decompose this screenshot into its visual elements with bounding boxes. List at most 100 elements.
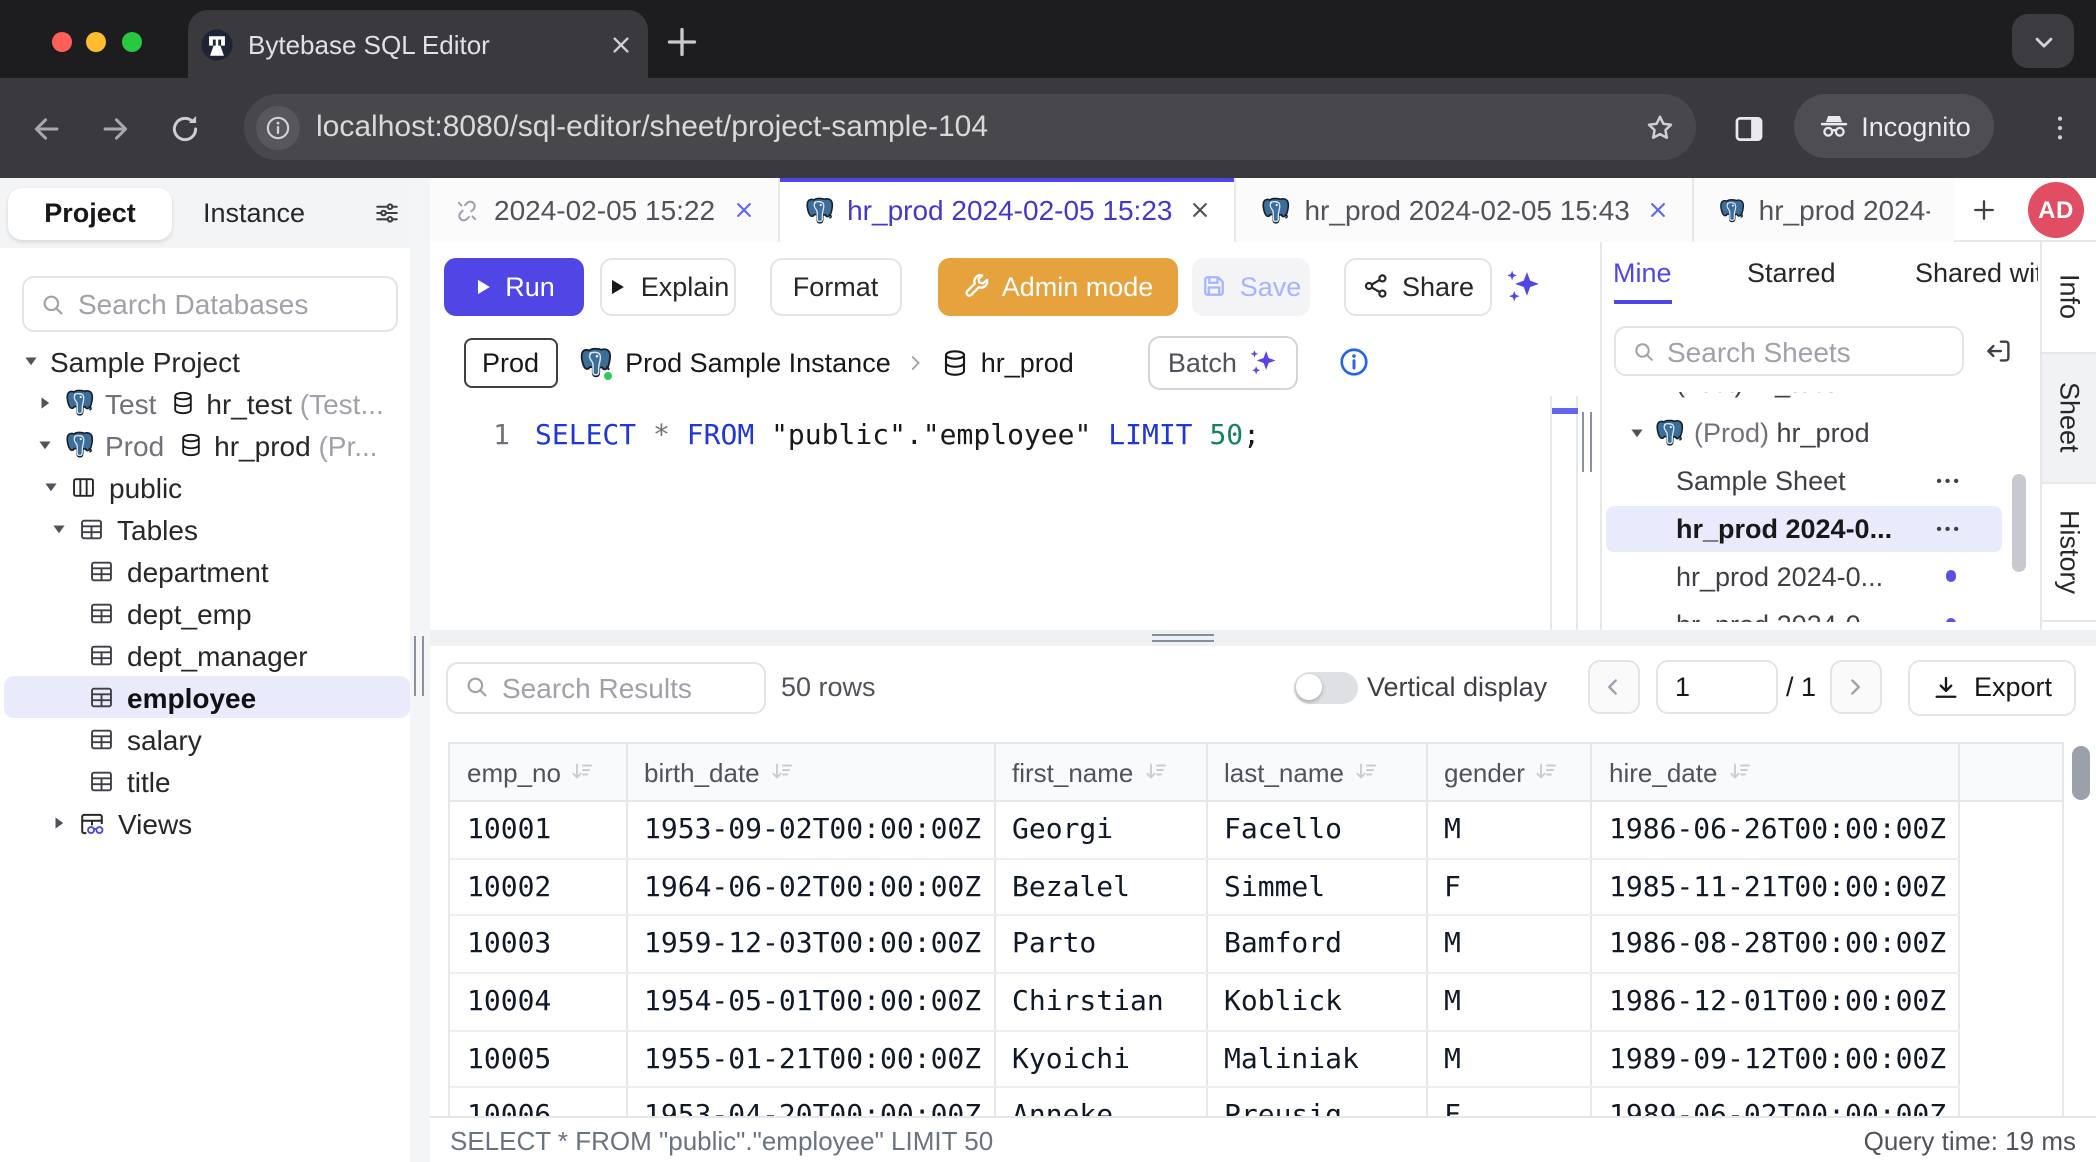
editor-tab-1[interactable]: 2024-02-05 15:22 xyxy=(430,178,779,242)
sheet-item-partial-top[interactable]: (Test) hr_test xyxy=(1602,392,2006,408)
zoom-window-button[interactable] xyxy=(121,31,141,51)
side-tab-history[interactable]: History xyxy=(2041,484,2096,622)
back-icon[interactable] xyxy=(30,111,64,145)
address-bar[interactable]: localhost:8080/sql-editor/sheet/project-… xyxy=(244,94,1696,160)
next-page-button[interactable] xyxy=(1829,659,1882,714)
sheet-menu-icon[interactable]: ••• xyxy=(1936,471,1962,489)
info-circle-icon[interactable] xyxy=(1339,347,1371,379)
page-input[interactable]: 1 xyxy=(1655,659,1777,714)
sheet-list-scrollbar[interactable] xyxy=(2006,392,2032,621)
tree-item-public[interactable]: public xyxy=(0,466,410,508)
bookmark-star-icon[interactable] xyxy=(1644,111,1676,143)
column-header-last_name[interactable]: last_name xyxy=(1206,744,1426,801)
column-header-first_name[interactable]: first_name xyxy=(994,744,1206,801)
sheet-menu-icon[interactable]: ••• xyxy=(1936,519,1962,537)
sheet-item-row[interactable]: Sample Sheet••• xyxy=(1602,456,2006,504)
environment-chip[interactable]: Prod xyxy=(464,338,557,388)
tree-item-title[interactable]: title xyxy=(0,760,410,802)
editor-tab-2[interactable]: hr_prod 2024-02-05 15:23 xyxy=(779,178,1236,242)
database-search-input[interactable]: Search Databases xyxy=(22,276,398,332)
tree-item-tables[interactable]: Tables xyxy=(0,508,410,550)
side-panel-icon[interactable] xyxy=(1732,111,1766,145)
table-row[interactable]: 100051955-01-21T00:00:00ZKyoichiMaliniak… xyxy=(450,1031,2063,1088)
export-button[interactable]: Export xyxy=(1908,659,2076,715)
column-header-gender[interactable]: gender xyxy=(1426,744,1591,801)
tree-caret-icon[interactable] xyxy=(37,396,51,410)
explain-button[interactable]: Explain xyxy=(600,257,736,315)
editor-tab-4[interactable]: hr_prod 2024-0 xyxy=(1694,178,1954,242)
ai-sparkles-icon[interactable] xyxy=(1503,267,1541,305)
format-button[interactable]: Format xyxy=(770,257,901,315)
column-header-hire_date[interactable]: hire_date xyxy=(1591,744,1959,801)
results-search-input[interactable]: Search Results xyxy=(446,661,766,713)
tree-item-department[interactable]: department xyxy=(0,550,410,592)
results-scrollbar-thumb[interactable] xyxy=(2072,745,2090,799)
tree-caret-icon[interactable] xyxy=(52,816,66,830)
browser-tab[interactable]: Bytebase SQL Editor xyxy=(188,10,648,78)
minimize-window-button[interactable] xyxy=(86,31,106,51)
site-info-chip[interactable] xyxy=(256,105,300,149)
column-header-emp_no[interactable]: emp_no xyxy=(450,744,626,801)
close-tab-icon[interactable] xyxy=(733,200,753,220)
tree-caret-icon[interactable] xyxy=(37,438,51,452)
run-button[interactable]: Run xyxy=(443,257,583,315)
tab-instance[interactable]: Instance xyxy=(172,187,336,239)
scrollbar-thumb[interactable] xyxy=(2011,474,2025,572)
table-row[interactable]: 100031959-12-03T00:00:00ZPartoBamfordM19… xyxy=(450,916,2063,973)
tree-caret-icon[interactable] xyxy=(52,522,66,536)
database-name[interactable]: hr_prod xyxy=(981,348,1074,378)
sheet-search-input[interactable]: Search Sheets xyxy=(1613,326,1963,376)
tree-item-views[interactable]: Views xyxy=(0,802,410,844)
instance-name[interactable]: Prod Sample Instance xyxy=(625,348,891,378)
prev-page-button[interactable] xyxy=(1587,659,1640,714)
tree-caret-icon[interactable] xyxy=(24,354,38,368)
tree-item-prod[interactable]: Prodhr_prod (Pr... xyxy=(0,424,410,466)
new-tab-button[interactable] xyxy=(662,22,702,62)
editor-scrollbar[interactable] xyxy=(1550,395,1578,630)
forward-icon[interactable] xyxy=(98,111,132,145)
sheet-tab-mine[interactable]: Mine xyxy=(1613,258,1672,304)
tree-item-dept_emp[interactable]: dept_emp xyxy=(0,592,410,634)
sheet-caret-icon[interactable] xyxy=(1630,425,1644,439)
tab-project[interactable]: Project xyxy=(8,187,172,239)
reload-icon[interactable] xyxy=(168,111,202,145)
new-sheet-tab-button[interactable] xyxy=(1954,178,2014,240)
share-button[interactable]: Share xyxy=(1344,257,1492,315)
tree-caret-icon[interactable] xyxy=(44,480,58,494)
sheet-group-row[interactable]: (Prod) hr_prod xyxy=(1602,408,2006,456)
tree-item-sample-project[interactable]: Sample Project xyxy=(0,340,410,382)
browser-menu-icon[interactable] xyxy=(2044,112,2076,144)
sheet-tab-starred[interactable]: Starred xyxy=(1747,258,1836,304)
sheet-item-row[interactable]: hr_prod 2024-0... xyxy=(1602,552,2006,600)
tab-search-button[interactable] xyxy=(2012,14,2074,68)
close-tab-icon[interactable] xyxy=(610,33,632,55)
save-button[interactable]: Save xyxy=(1191,257,1310,315)
side-tab-info[interactable]: Info xyxy=(2041,242,2096,353)
sidebar-splitter[interactable] xyxy=(410,178,430,1162)
column-header-birth_date[interactable]: birth_date xyxy=(626,744,994,801)
editor-sheet-splitter[interactable] xyxy=(1578,395,1600,630)
import-sheet-icon[interactable] xyxy=(1984,336,2014,366)
side-tab-sheet[interactable]: Sheet xyxy=(2041,353,2096,484)
vertical-display-toggle[interactable] xyxy=(1293,671,1357,703)
admin-mode-button[interactable]: Admin mode xyxy=(938,257,1177,315)
table-row[interactable]: 100061953-04-20T00:00:00ZAnnekePreusigF1… xyxy=(450,1088,2063,1116)
sheet-item-row[interactable]: hr_prod 2024-0 xyxy=(1602,600,2006,621)
tree-item-employee[interactable]: employee xyxy=(0,676,410,718)
results-splitter[interactable] xyxy=(430,630,2096,645)
close-window-button[interactable] xyxy=(51,31,71,51)
sheet-item-row[interactable]: hr_prod 2024-0...••• xyxy=(1602,504,2006,552)
close-tab-icon[interactable] xyxy=(1648,200,1668,220)
avatar[interactable]: AD xyxy=(2028,182,2084,238)
tree-item-salary[interactable]: salary xyxy=(0,718,410,760)
editor-tab-3[interactable]: hr_prod 2024-02-05 15:43 xyxy=(1236,178,1693,242)
table-row[interactable]: 100041954-05-01T00:00:00ZChirstianKoblic… xyxy=(450,973,2063,1030)
table-row[interactable]: 100011953-09-02T00:00:00ZGeorgiFacelloM1… xyxy=(450,801,2063,858)
filter-sliders-icon[interactable] xyxy=(374,200,400,226)
sql-editor[interactable]: 1 SELECT * FROM "public"."employee" LIMI… xyxy=(430,395,1600,630)
close-tab-icon[interactable] xyxy=(1190,200,1210,220)
sheet-tab-shared-with-me[interactable]: Shared with me xyxy=(1915,258,2038,304)
tree-item-test[interactable]: Testhr_test (Test... xyxy=(0,382,410,424)
batch-button[interactable]: Batch xyxy=(1148,336,1299,390)
table-row[interactable]: 100021964-06-02T00:00:00ZBezalelSimmelF1… xyxy=(450,858,2063,915)
